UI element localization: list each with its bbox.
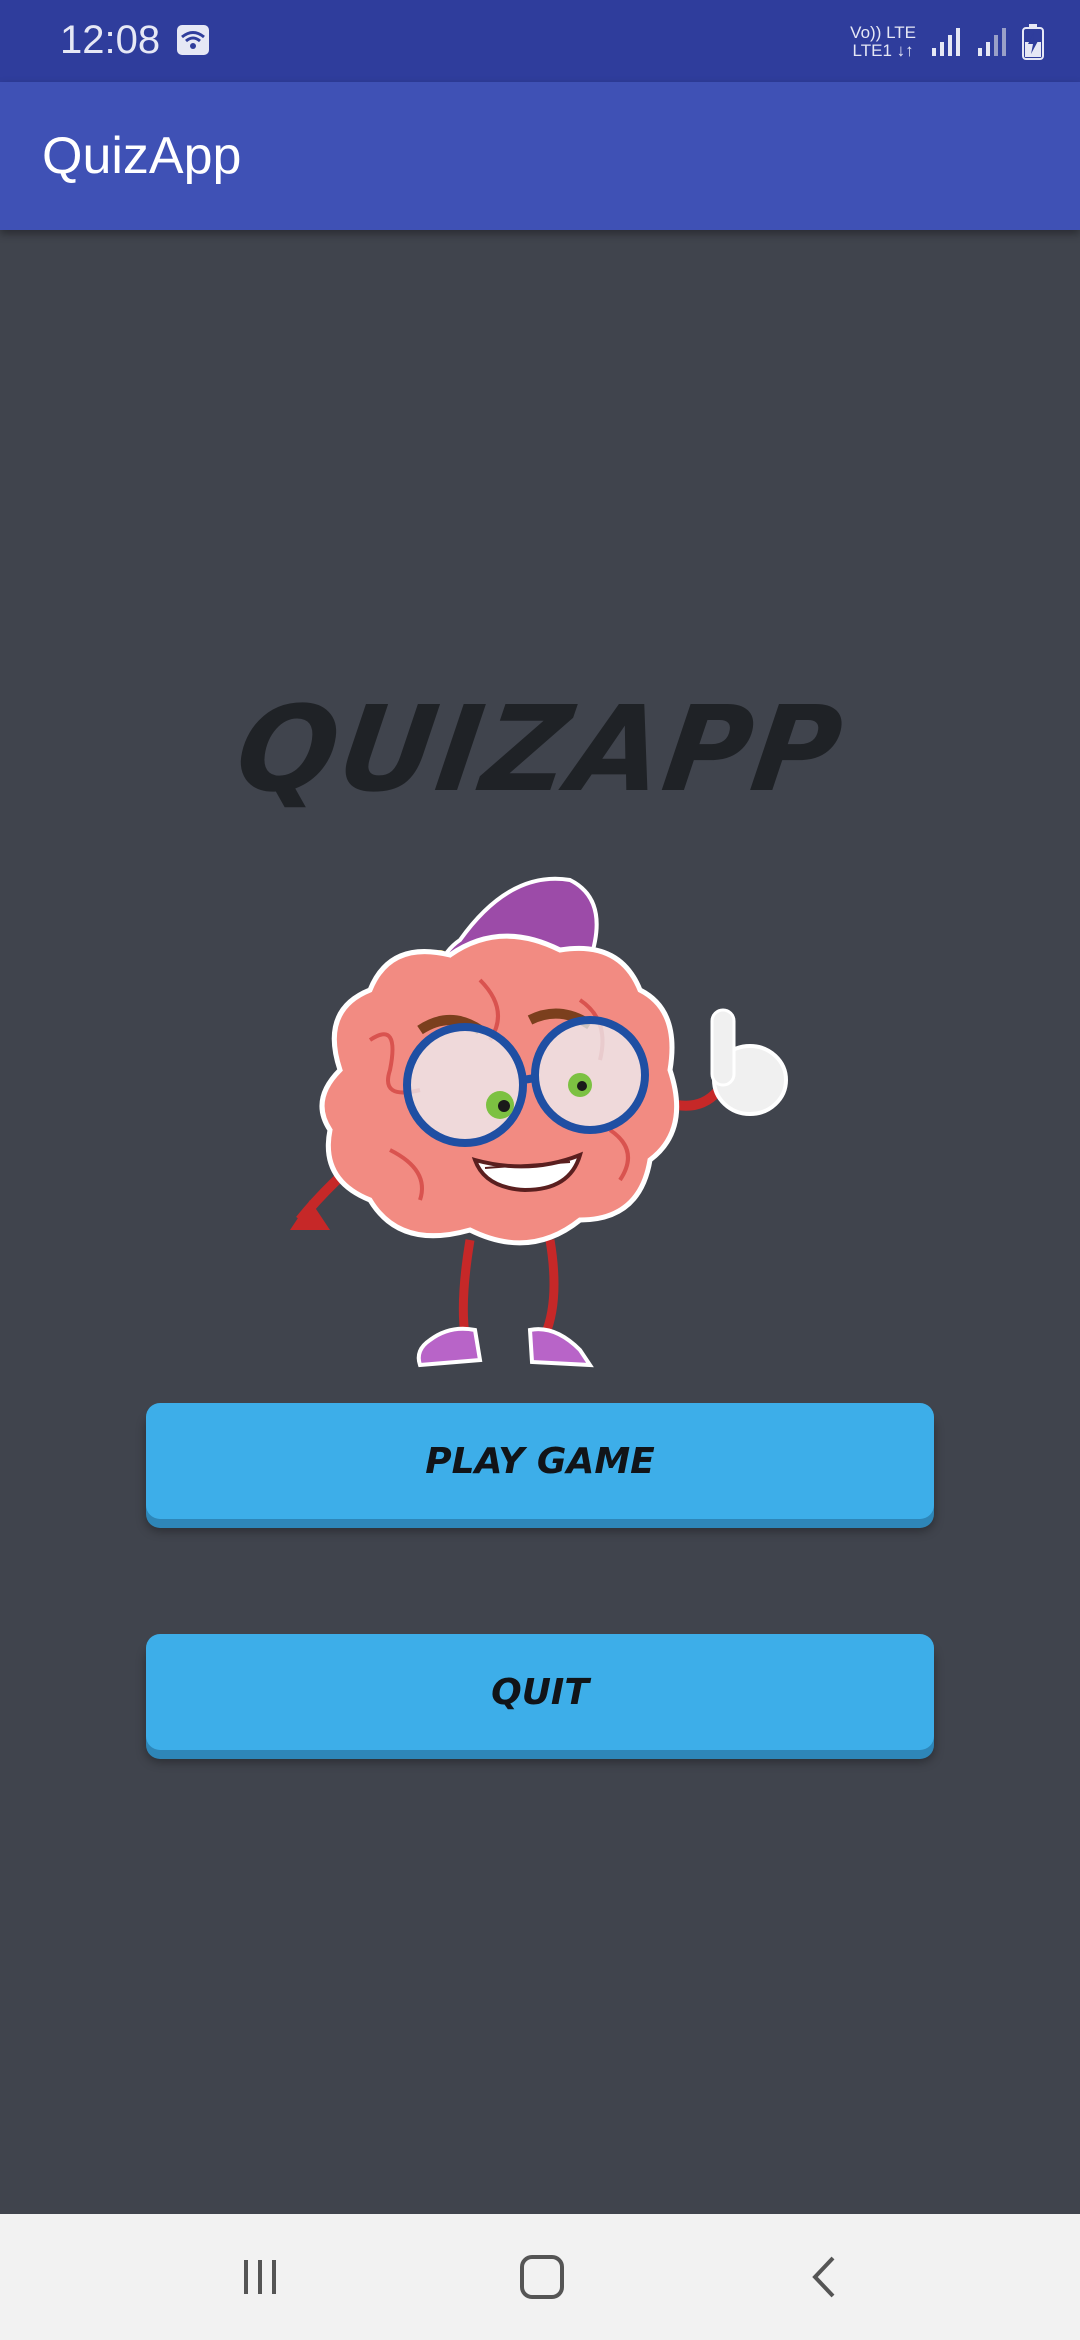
network-line-2: LTE1 ↓↑ [852,41,914,60]
network-line-1: Vo)) LTE [850,23,916,42]
signal-icon [978,28,1006,56]
signal-icon [932,28,960,56]
recent-apps-icon[interactable] [230,2252,290,2302]
quit-button[interactable]: QUIT [146,1634,934,1750]
back-icon[interactable] [795,2252,855,2302]
wifi-icon [177,25,209,55]
app-title: QuizApp [42,127,242,185]
brain-mascot-illustration [290,876,788,1368]
navigation-bar [0,2214,1080,2340]
status-bar: 12:08 Vo)) LTE LTE1 ↓↑ [0,0,1080,82]
status-indicators: Vo)) LTE LTE1 ↓↑ [850,20,1044,64]
battery-charging-icon [1022,24,1044,60]
status-time: 12:08 [60,18,161,62]
home-icon[interactable] [512,2252,572,2302]
play-game-button[interactable]: PLAY GAME [146,1403,934,1519]
network-type: Vo)) LTE LTE1 ↓↑ [850,24,916,60]
quizapp-logo-text: QUIZAPP [228,680,852,818]
app-bar: QuizApp [0,82,1080,230]
